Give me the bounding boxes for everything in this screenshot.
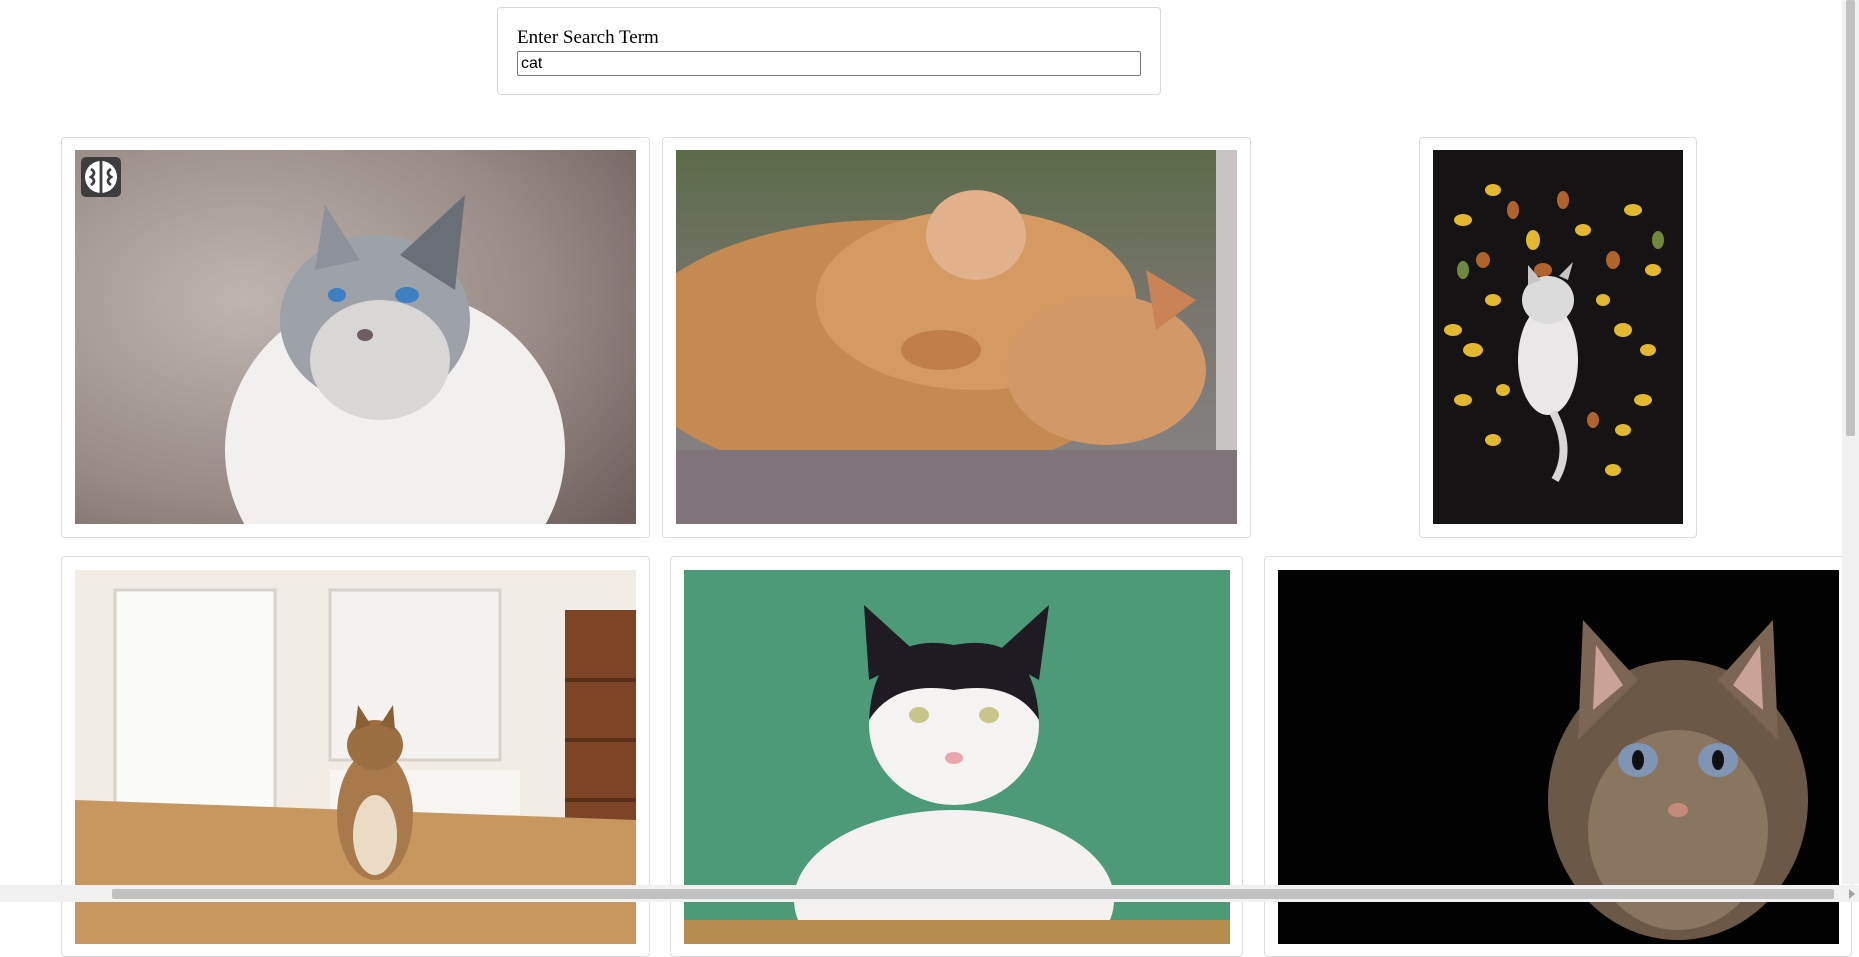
vertical-scrollbar[interactable] [1842, 0, 1859, 884]
search-label: Enter Search Term [517, 27, 659, 48]
cat-image[interactable] [676, 150, 1237, 524]
vertical-scrollbar-thumb[interactable] [1846, 0, 1855, 436]
horizontal-scrollbar-thumb[interactable] [112, 889, 1834, 899]
horizontal-scrollbar[interactable] [0, 885, 1859, 902]
search-input[interactable] [517, 51, 1141, 76]
image-card[interactable] [61, 137, 650, 538]
ai-badge[interactable] [81, 157, 121, 197]
scroll-right-arrow-icon[interactable] [1849, 889, 1855, 899]
search-panel: Enter Search Term [497, 7, 1161, 95]
image-card[interactable] [662, 137, 1251, 538]
image-card[interactable] [1419, 137, 1697, 538]
brain-icon [85, 161, 117, 193]
cat-image[interactable] [75, 150, 636, 524]
cat-image[interactable] [1433, 150, 1683, 524]
